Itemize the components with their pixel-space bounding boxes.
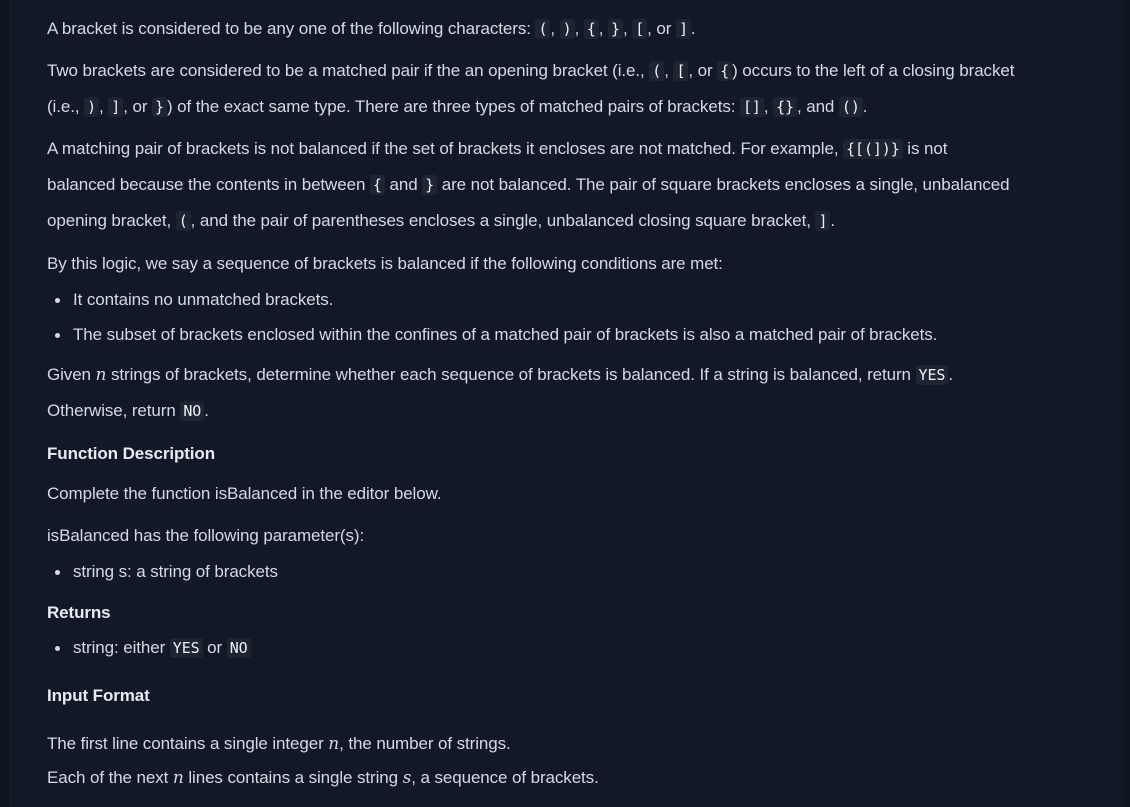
math-var: n <box>95 365 107 385</box>
code-char: ) <box>559 19 575 39</box>
code-char: ( <box>649 61 665 81</box>
code-char: [ <box>673 61 689 81</box>
paragraph-complete-function: Complete the function isBalanced in the … <box>47 484 442 503</box>
paragraph-matched-pair: Two brackets are considered to be a matc… <box>47 53 1093 125</box>
text: , <box>763 97 774 116</box>
problem-statement-panel: A bracket is considered to be any one of… <box>10 0 1123 807</box>
text: Given <box>47 365 96 384</box>
text: A matching pair of brackets is not balan… <box>47 139 844 158</box>
text: strings of brackets, determine whether e… <box>106 365 916 384</box>
code-yes: YES <box>915 365 949 385</box>
text: opening bracket, <box>47 211 176 230</box>
line: balanced because the contents in between… <box>47 167 1093 203</box>
text: ) occurs to the left of a closing bracke… <box>732 61 1015 80</box>
text: The first line contains a single integer <box>47 734 329 753</box>
code-char: { <box>583 19 599 39</box>
paragraph-not-balanced: A matching pair of brackets is not balan… <box>47 131 1093 239</box>
code-char: ( <box>535 19 551 39</box>
text: . <box>830 211 836 230</box>
text: . <box>862 97 868 116</box>
text: string: either <box>73 638 170 657</box>
text: , the number of strings. <box>339 734 511 753</box>
code-char: ] <box>815 211 831 231</box>
code-char: } <box>422 175 438 195</box>
code-yes: YES <box>169 638 203 658</box>
list-item: It contains no unmatched brackets. <box>47 282 1093 317</box>
text: Two brackets are considered to be a matc… <box>47 61 650 80</box>
text: , a sequence of brackets. <box>411 768 599 787</box>
code-char: { <box>369 175 385 195</box>
text: , <box>622 19 633 38</box>
line: Two brackets are considered to be a matc… <box>47 53 1093 89</box>
text: , and the pair of parentheses encloses a… <box>190 211 816 230</box>
text: balanced because the contents in between <box>47 175 370 194</box>
list-item: string: either YES or NO <box>47 630 1093 666</box>
text: A bracket is considered to be any one of… <box>47 19 536 38</box>
code-pair: [] <box>739 97 764 117</box>
text: , or <box>688 61 718 80</box>
paragraph-input-line2: Each of the next n lines contains a sing… <box>47 760 1093 796</box>
list-item: string s: a string of brackets <box>47 554 1093 589</box>
text: . <box>948 365 953 384</box>
code-no: NO <box>226 638 251 658</box>
code-char: } <box>152 97 167 117</box>
code-no: NO <box>180 401 205 421</box>
text: ) of the exact same type. There are thre… <box>166 97 740 116</box>
paragraph-input-line1: The first line contains a single integer… <box>47 726 1093 762</box>
text: , <box>598 19 609 38</box>
text: are not balanced. The pair of square bra… <box>437 175 1010 194</box>
code-char: ] <box>108 97 124 117</box>
text: , or <box>647 19 676 38</box>
text: , <box>99 97 109 116</box>
parameters-list: string s: a string of brackets <box>47 554 1093 589</box>
text: , and <box>796 97 839 116</box>
heading-returns: Returns <box>47 603 111 622</box>
text: lines contains a single string <box>183 768 403 787</box>
text: or <box>202 638 227 657</box>
math-var: s <box>402 768 412 788</box>
code-example: {[(])} <box>843 139 903 159</box>
text: (i.e., <box>47 97 85 116</box>
list-item: The subset of brackets enclosed within t… <box>47 317 1093 352</box>
text: . <box>690 19 696 38</box>
code-char: { <box>717 61 733 81</box>
text: . <box>204 401 209 420</box>
code-pair: () <box>838 97 863 117</box>
code-char: ] <box>675 19 691 39</box>
returns-list: string: either YES or NO <box>47 630 1093 666</box>
math-var: n <box>328 734 340 754</box>
paragraph-task: Given n strings of brackets, determine w… <box>47 357 1093 429</box>
code-char: ( <box>175 211 191 231</box>
code-char: [ <box>632 19 648 39</box>
text: , or <box>123 97 153 116</box>
heading-function-description: Function Description <box>47 444 216 463</box>
code-char: ) <box>84 97 100 117</box>
code-pair: {} <box>773 97 797 117</box>
text: , <box>550 19 560 38</box>
line: opening bracket, (, and the pair of pare… <box>47 203 1093 239</box>
text: Otherwise, return <box>47 401 181 420</box>
text: , <box>574 19 584 38</box>
line: A matching pair of brackets is not balan… <box>47 131 1093 167</box>
line: Otherwise, return NO. <box>47 393 1093 429</box>
math-var: n <box>172 768 184 788</box>
paragraph-parameters: isBalanced has the following parameter(s… <box>47 526 365 545</box>
heading-input-format: Input Format <box>47 686 150 705</box>
line: Given n strings of brackets, determine w… <box>47 357 1093 393</box>
text: is not <box>902 139 948 158</box>
text: Each of the next <box>47 768 173 787</box>
code-char: } <box>608 19 623 39</box>
text: and <box>384 175 423 194</box>
paragraph-logic: By this logic, we say a sequence of brac… <box>47 254 723 273</box>
line: (i.e., ), ], or }) of the exact same typ… <box>47 89 1093 125</box>
paragraph-bracket-definition: A bracket is considered to be any one of… <box>47 11 1093 47</box>
conditions-list: It contains no unmatched brackets. The s… <box>47 282 1093 352</box>
